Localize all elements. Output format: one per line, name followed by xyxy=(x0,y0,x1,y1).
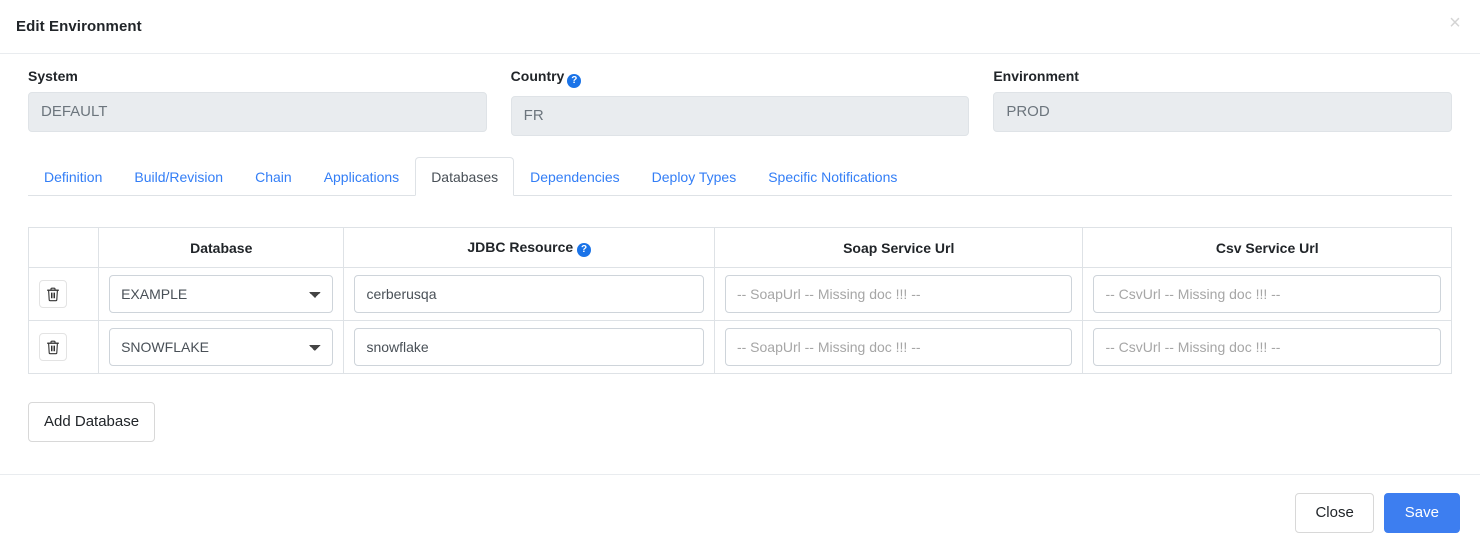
jdbc-cell xyxy=(343,267,715,321)
help-circle-icon[interactable]: ? xyxy=(567,74,582,88)
column-header-jdbc-text: JDBC Resource xyxy=(467,239,574,255)
jdbc-resource-input[interactable] xyxy=(354,275,704,313)
delete-row-button[interactable] xyxy=(39,333,67,361)
tab-applications[interactable]: Applications xyxy=(308,157,416,196)
modal-footer: Close Save xyxy=(0,474,1480,550)
databases-table: Database JDBC Resource ? Soap Service Ur… xyxy=(27,227,1452,374)
jdbc-resource-input[interactable] xyxy=(354,328,704,366)
country-value: FR xyxy=(510,96,970,136)
tab-dependencies[interactable]: Dependencies xyxy=(514,157,636,196)
table-header: Database JDBC Resource ? Soap Service Ur… xyxy=(27,227,1452,268)
tab-specific-notifications[interactable]: Specific Notifications xyxy=(752,157,913,196)
soap-service-url-input[interactable] xyxy=(724,328,1073,366)
row-actions-cell xyxy=(27,320,100,374)
environment-label: Environment xyxy=(993,68,1079,84)
soap-cell xyxy=(713,267,1084,321)
column-header-jdbc-resource: JDBC Resource ? xyxy=(343,227,715,268)
modal-header: Edit Environment × xyxy=(0,0,1480,54)
database-cell: SNOWFLAKE xyxy=(98,320,345,374)
modal-body: System DEFAULT Country? FR Environment P… xyxy=(0,54,1480,442)
table-row: EXAMPLE xyxy=(27,267,1452,321)
tab-build-revision[interactable]: Build/Revision xyxy=(118,157,239,196)
column-header-soap-service-url: Soap Service Url xyxy=(713,227,1084,268)
tab-bar: Definition Build/Revision Chain Applicat… xyxy=(28,156,1452,196)
jdbc-cell xyxy=(343,320,715,374)
country-label: Country? xyxy=(511,68,970,88)
row-actions-cell xyxy=(27,267,100,321)
environment-value: PROD xyxy=(993,92,1453,132)
close-button[interactable]: Close xyxy=(1295,492,1374,533)
add-database-button[interactable]: Add Database xyxy=(28,402,156,442)
country-field-group: Country? FR xyxy=(510,68,970,136)
csv-cell xyxy=(1082,320,1452,374)
system-field-group: System DEFAULT xyxy=(28,68,487,136)
column-header-csv-service-url: Csv Service Url xyxy=(1082,227,1452,268)
system-value: DEFAULT xyxy=(28,92,487,132)
save-button[interactable]: Save xyxy=(1383,492,1460,533)
databases-table-wrap: Database JDBC Resource ? Soap Service Ur… xyxy=(27,227,1452,374)
csv-cell xyxy=(1082,267,1452,321)
add-database-row: Add Database xyxy=(28,402,1452,442)
column-header-database: Database xyxy=(98,227,345,268)
page-title: Edit Environment xyxy=(16,18,142,35)
table-body: EXAMPLE cerberusqa -- SoapUrl -- Missing… xyxy=(27,267,1452,374)
table-row: SNOWFLAKE xyxy=(27,320,1452,374)
database-cell: EXAMPLE xyxy=(98,267,345,321)
tab-chain[interactable]: Chain xyxy=(239,157,308,196)
column-header-action xyxy=(27,227,100,268)
soap-cell xyxy=(713,320,1084,374)
trash-icon xyxy=(40,287,66,302)
tab-definition[interactable]: Definition xyxy=(28,157,118,196)
country-label-text: Country xyxy=(510,68,565,84)
table-header-row: Database JDBC Resource ? Soap Service Ur… xyxy=(27,227,1452,268)
close-icon[interactable]: × xyxy=(1442,10,1468,36)
database-select[interactable]: SNOWFLAKE xyxy=(109,328,334,366)
system-label: System xyxy=(28,68,78,84)
tab-databases[interactable]: Databases xyxy=(415,157,515,196)
delete-row-button[interactable] xyxy=(39,280,67,308)
trash-icon xyxy=(40,340,66,355)
help-circle-icon[interactable]: ? xyxy=(577,243,592,257)
csv-service-url-input[interactable] xyxy=(1093,328,1441,366)
tab-deploy-types[interactable]: Deploy Types xyxy=(636,157,753,196)
soap-service-url-input[interactable] xyxy=(724,275,1073,313)
csv-service-url-input[interactable] xyxy=(1093,275,1441,313)
database-select[interactable]: EXAMPLE xyxy=(109,275,334,313)
identity-fields-row: System DEFAULT Country? FR Environment P… xyxy=(28,68,1453,136)
environment-field-group: Environment PROD xyxy=(993,68,1453,136)
